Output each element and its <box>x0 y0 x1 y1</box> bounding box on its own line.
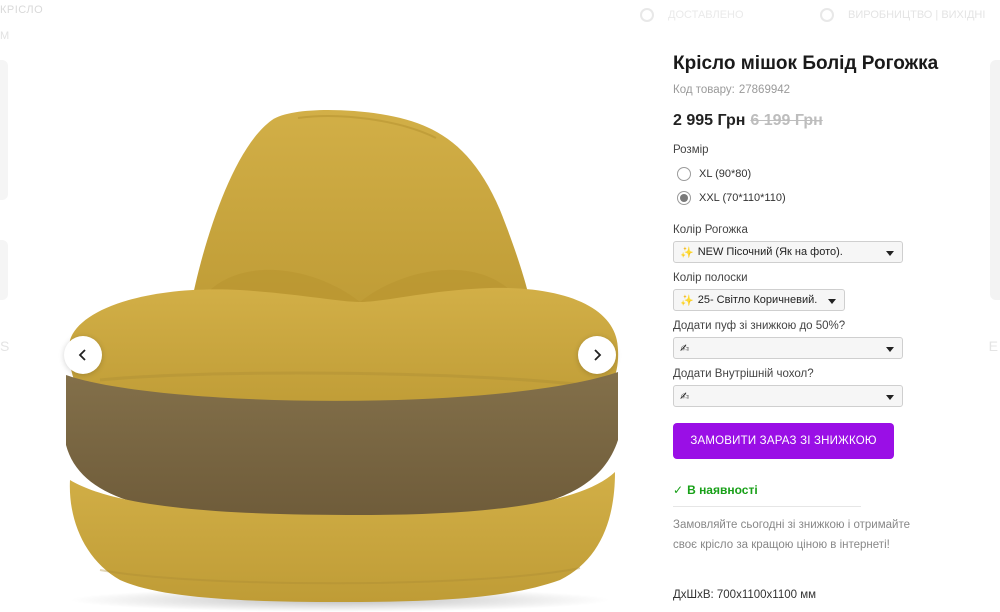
check-icon: ✓ <box>673 483 684 497</box>
current-price: 2 995 Грн <box>673 112 746 129</box>
sku-value: 27869942 <box>738 84 791 96</box>
pencil-icon: ✍ <box>680 342 690 355</box>
pouf-label: Додати пуф зі знижкою до 50%? <box>673 320 846 332</box>
dropdown-arrow-icon <box>886 395 894 400</box>
product-gallery[interactable] <box>40 40 640 612</box>
sparkle-icon: ✨ <box>680 246 694 259</box>
gallery-next-button[interactable] <box>578 336 616 374</box>
bg-side-text-right: Е <box>988 338 998 354</box>
product-sku: Код товару: 27869942 <box>673 84 973 96</box>
color-label: Колір Рогожка <box>673 224 748 236</box>
promo-text: Замовляйте сьогодні зі знижкою і отримай… <box>673 519 910 551</box>
color-select-value: NEW Пісочний (Як на фото). <box>697 246 843 258</box>
size-option-xl[interactable]: XL (90*80) <box>677 162 973 186</box>
sku-label: Код товару: <box>673 84 735 96</box>
price-row: 2 995 Грн 6 199 Грн <box>673 112 973 130</box>
product-title: Крісло мішок Болід Рогожка <box>673 53 939 74</box>
bg-production: ВИРОБНИЦТВО | ВИХІДНІ <box>820 8 985 22</box>
size-options: XL (90*80) XXL (70*110*110) <box>673 162 973 210</box>
dropdown-arrow-icon <box>886 347 894 352</box>
bg-header-text: КРІСЛО <box>0 4 44 16</box>
dropdown-arrow-icon <box>828 299 836 304</box>
stock-status: ✓ В наявності <box>673 483 973 497</box>
size-option-xxl[interactable]: XXL (70*110*110) <box>677 186 973 210</box>
product-info-panel: Крісло мішок Болід Рогожка Код товару: 2… <box>673 52 973 601</box>
location-icon <box>820 8 834 22</box>
order-now-button[interactable]: ЗАМОВИТИ ЗАРАЗ ЗІ ЗНИЖКОЮ <box>673 423 894 459</box>
size-option-label: XXL (70*110*110) <box>699 192 786 204</box>
chevron-left-icon <box>78 349 86 361</box>
pouf-select[interactable]: ✍ <box>673 337 903 359</box>
background-card-right <box>990 60 1000 300</box>
inner-cover-select[interactable]: ✍ <box>673 385 903 407</box>
bg-delivery-text: ДОСТАВЛЕНО <box>668 9 744 21</box>
stripe-color-select-value: 25- Світло Коричневий. <box>697 294 818 306</box>
chevron-right-icon <box>594 349 602 361</box>
background-card-left <box>0 60 8 200</box>
color-select[interactable]: ✨ NEW Пісочний (Як на фото). <box>673 241 903 263</box>
dimensions-text: ДхШхВ: 700х1100х1100 мм <box>673 589 817 601</box>
bg-delivery: ДОСТАВЛЕНО <box>640 8 744 22</box>
size-option-label: XL (90*80) <box>699 168 752 180</box>
stripe-color-select[interactable]: ✨ 25- Світло Коричневий. <box>673 289 845 311</box>
stripe-color-label: Колір полоски <box>673 272 748 284</box>
background-card-left-2 <box>0 240 8 300</box>
size-label: Розмір <box>673 144 709 156</box>
gallery-prev-button[interactable] <box>64 336 102 374</box>
radio-button[interactable] <box>677 167 691 181</box>
pencil-icon: ✍ <box>680 390 690 403</box>
divider <box>673 506 861 507</box>
radio-button-selected[interactable] <box>677 191 691 205</box>
bg-production-text: ВИРОБНИЦТВО | ВИХІДНІ <box>848 9 986 21</box>
product-image-beanbag <box>66 110 619 612</box>
inner-cover-label: Додати Внутрішній чохол? <box>673 368 814 380</box>
stock-status-text: В наявності <box>687 483 758 497</box>
bg-header-text-2: М <box>0 30 10 42</box>
old-price: 6 199 Грн <box>750 112 823 129</box>
phone-icon <box>640 8 654 22</box>
dropdown-arrow-icon <box>886 251 894 256</box>
sparkle-icon: ✨ <box>680 294 694 307</box>
bg-side-text-left: S <box>0 338 10 354</box>
